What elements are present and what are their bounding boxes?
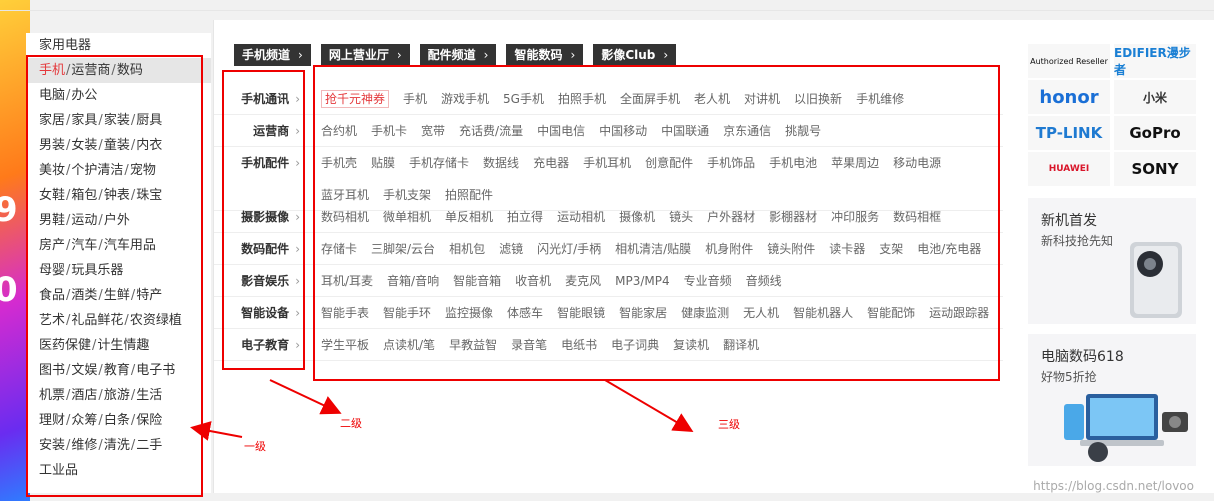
- annotation-level2: 二级: [340, 417, 362, 430]
- watermark: https://blog.csdn.net/lovoo: [1033, 479, 1194, 493]
- arrow-level1: [190, 421, 243, 441]
- arrow-level2: [269, 379, 342, 415]
- arrow-level3: [604, 379, 694, 433]
- annotation-level1: 一级: [244, 440, 266, 453]
- annotation-arrows: [190, 379, 694, 441]
- annotation-level3: 三级: [718, 418, 740, 431]
